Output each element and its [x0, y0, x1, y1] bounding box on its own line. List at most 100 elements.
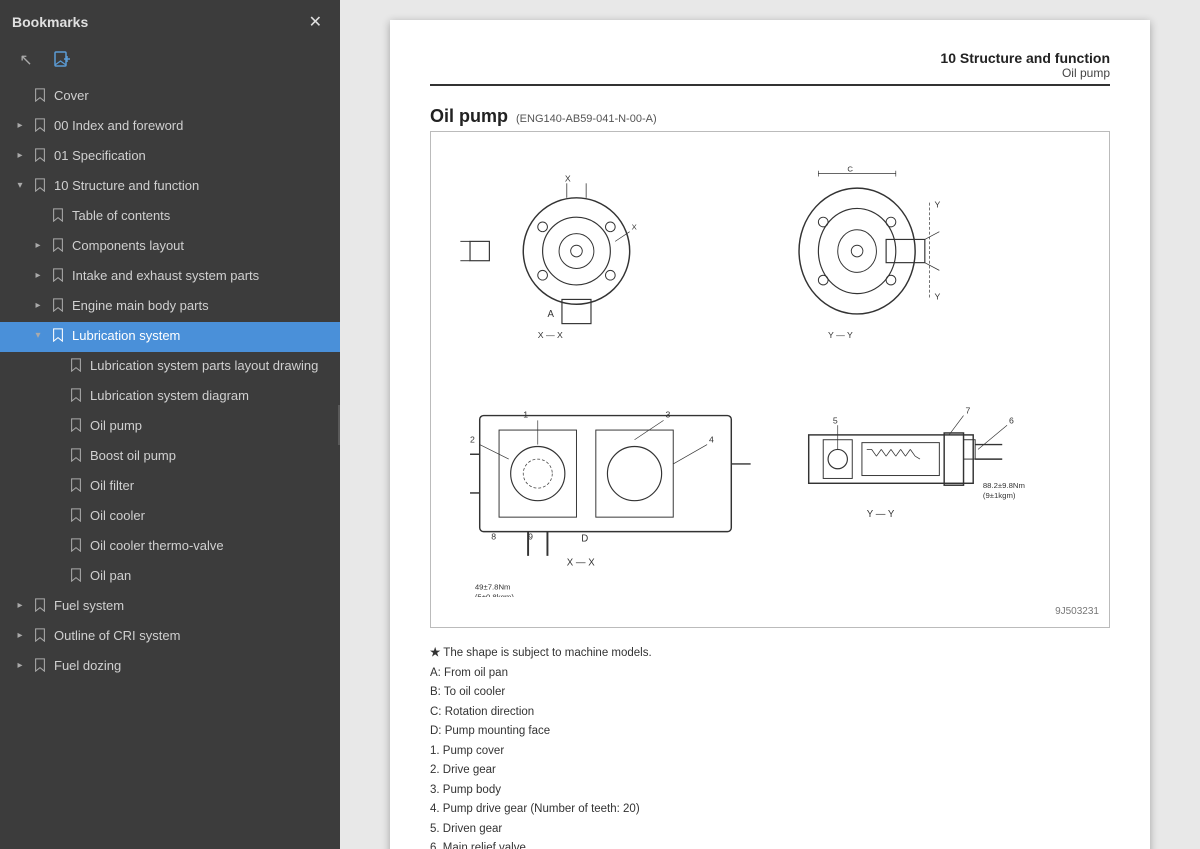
bookmark-icon-oil-pump: [68, 418, 84, 434]
diagram-image: X X — X A X: [441, 142, 1099, 602]
sidebar-item-oil-cooler-thermo[interactable]: Oil cooler thermo-valve: [0, 532, 340, 562]
bookmark-icon-10-structure: [32, 178, 48, 194]
note-line-10: 6. Main relief valve: [430, 839, 1110, 849]
bookmark-icon-lub-parts-layout: [68, 358, 84, 374]
bookmark-icon-fuel-system: [32, 598, 48, 614]
sidebar-item-01-spec[interactable]: ▸ 01 Specification: [0, 142, 340, 172]
item-label-10-structure: 10 Structure and function: [54, 177, 332, 195]
svg-text:49±7.8Nm: 49±7.8Nm: [475, 583, 511, 592]
bookmark-icon-boost-oil-pump: [68, 448, 84, 464]
sidebar-close-button[interactable]: ✕: [303, 10, 328, 34]
sidebar-item-oil-cooler[interactable]: Oil cooler: [0, 502, 340, 532]
bookmark-icon-01-spec: [32, 148, 48, 164]
diagram-id: 9J503231: [441, 602, 1099, 617]
note-line-5: 1. Pump cover: [430, 742, 1110, 762]
sidebar-header: Bookmarks ✕: [0, 0, 340, 42]
expand-icon-lubrication[interactable]: ▾: [30, 329, 46, 343]
svg-text:Y — Y: Y — Y: [867, 509, 895, 520]
svg-text:A: A: [547, 309, 554, 320]
svg-text:6: 6: [1009, 415, 1014, 425]
sidebar-item-intake-exhaust[interactable]: ▸ Intake and exhaust system parts: [0, 262, 340, 292]
note-line-1: A: From oil pan: [430, 664, 1110, 684]
bookmark-icon-table-contents: [50, 208, 66, 224]
sidebar-item-oil-pan[interactable]: Oil pan: [0, 562, 340, 592]
item-label-oil-cooler-thermo: Oil cooler thermo-valve: [90, 537, 332, 555]
sidebar-item-oil-filter[interactable]: Oil filter: [0, 472, 340, 502]
oil-pump-diagram: X X — X A X: [441, 147, 1099, 597]
page-header-subsection: Oil pump: [430, 66, 1110, 80]
sidebar-tree: Cover▸ 00 Index and foreword▸ 01 Specifi…: [0, 82, 340, 849]
svg-text:(9±1kgm): (9±1kgm): [983, 491, 1016, 500]
bookmark-icon-cover: [32, 88, 48, 104]
sidebar-item-components-layout[interactable]: ▸ Components layout: [0, 232, 340, 262]
item-label-cri-system: Outline of CRI system: [54, 627, 332, 645]
sidebar-item-lub-diagram[interactable]: Lubrication system diagram: [0, 382, 340, 412]
item-label-fuel-dozing: Fuel dozing: [54, 657, 332, 675]
sidebar-item-10-structure[interactable]: ▾ 10 Structure and function: [0, 172, 340, 202]
sidebar-item-table-contents[interactable]: Table of contents: [0, 202, 340, 232]
bookmark-icon-oil-pan: [68, 568, 84, 584]
diagram-box: X X — X A X: [430, 131, 1110, 628]
svg-text:7: 7: [965, 406, 970, 416]
note-line-0: ★ The shape is subject to machine models…: [430, 644, 1110, 664]
bookmark-icon-cri-system: [32, 628, 48, 644]
item-label-lub-parts-layout: Lubrication system parts layout drawing: [90, 357, 332, 375]
expand-icon-01-spec[interactable]: ▸: [12, 149, 28, 163]
bookmark-icon-lub-diagram: [68, 388, 84, 404]
sidebar-item-oil-pump[interactable]: Oil pump: [0, 412, 340, 442]
svg-text:88.2±9.8Nm: 88.2±9.8Nm: [983, 481, 1025, 490]
note-line-6: 2. Drive gear: [430, 761, 1110, 781]
expand-icon-fuel-system[interactable]: ▸: [12, 599, 28, 613]
expand-icon-components-layout[interactable]: ▸: [30, 239, 46, 253]
item-label-01-spec: 01 Specification: [54, 147, 332, 165]
expand-icon-fuel-dozing[interactable]: ▸: [12, 659, 28, 673]
bookmark-icon-fuel-dozing: [32, 658, 48, 674]
item-label-cover: Cover: [54, 87, 332, 105]
svg-text:D: D: [581, 533, 588, 544]
expand-icon-cri-system[interactable]: ▸: [12, 629, 28, 643]
item-label-00-index: 00 Index and foreword: [54, 117, 332, 135]
note-line-3: C: Rotation direction: [430, 703, 1110, 723]
note-line-8: 4. Pump drive gear (Number of teeth: 20): [430, 800, 1110, 820]
sidebar-item-fuel-dozing[interactable]: ▸ Fuel dozing: [0, 652, 340, 682]
item-label-engine-main: Engine main body parts: [72, 297, 332, 315]
svg-text:9: 9: [528, 531, 533, 541]
section-title: Oil pump (ENG140-AB59-041-N-00-A): [430, 106, 1110, 127]
collapse-sidebar-button[interactable]: ◀: [338, 405, 340, 445]
svg-text:4: 4: [709, 435, 714, 445]
svg-text:8: 8: [491, 531, 496, 541]
cursor-tool-icon[interactable]: ↖: [12, 46, 40, 74]
svg-text:C: C: [847, 165, 853, 174]
svg-text:(5±0.8kgm): (5±0.8kgm): [475, 592, 514, 597]
item-label-table-contents: Table of contents: [72, 207, 332, 225]
svg-text:5: 5: [833, 415, 838, 425]
sidebar-item-fuel-system[interactable]: ▸ Fuel system: [0, 592, 340, 622]
sidebar-item-boost-oil-pump[interactable]: Boost oil pump: [0, 442, 340, 472]
item-label-oil-cooler: Oil cooler: [90, 507, 332, 525]
svg-text:X — X: X — X: [567, 558, 595, 569]
note-line-4: D: Pump mounting face: [430, 722, 1110, 742]
item-label-fuel-system: Fuel system: [54, 597, 332, 615]
svg-text:1: 1: [523, 409, 528, 419]
item-label-boost-oil-pump: Boost oil pump: [90, 447, 332, 465]
sidebar: Bookmarks ✕ ↖ Cover ▸ 00 Index and forewo…: [0, 0, 340, 849]
svg-text:Y — Y: Y — Y: [828, 330, 853, 340]
sidebar-item-cri-system[interactable]: ▸ Outline of CRI system: [0, 622, 340, 652]
note-line-2: B: To oil cooler: [430, 683, 1110, 703]
sidebar-item-cover[interactable]: Cover: [0, 82, 340, 112]
sidebar-item-lubrication[interactable]: ▾ Lubrication system: [0, 322, 340, 352]
bookmark-icon-oil-cooler-thermo: [68, 538, 84, 554]
sidebar-item-00-index[interactable]: ▸ 00 Index and foreword: [0, 112, 340, 142]
bookmark-add-icon[interactable]: [48, 46, 76, 74]
expand-icon-intake-exhaust[interactable]: ▸: [30, 269, 46, 283]
bookmark-icon-oil-cooler: [68, 508, 84, 524]
expand-icon-00-index[interactable]: ▸: [12, 119, 28, 133]
page-header-section: 10 Structure and function: [430, 50, 1110, 66]
sidebar-toolbar: ↖: [0, 42, 340, 82]
item-label-oil-pan: Oil pan: [90, 567, 332, 585]
sidebar-item-lub-parts-layout[interactable]: Lubrication system parts layout drawing: [0, 352, 340, 382]
expand-icon-engine-main[interactable]: ▸: [30, 299, 46, 313]
sidebar-item-engine-main[interactable]: ▸ Engine main body parts: [0, 292, 340, 322]
expand-icon-10-structure[interactable]: ▾: [12, 179, 28, 193]
svg-text:X: X: [565, 173, 571, 183]
